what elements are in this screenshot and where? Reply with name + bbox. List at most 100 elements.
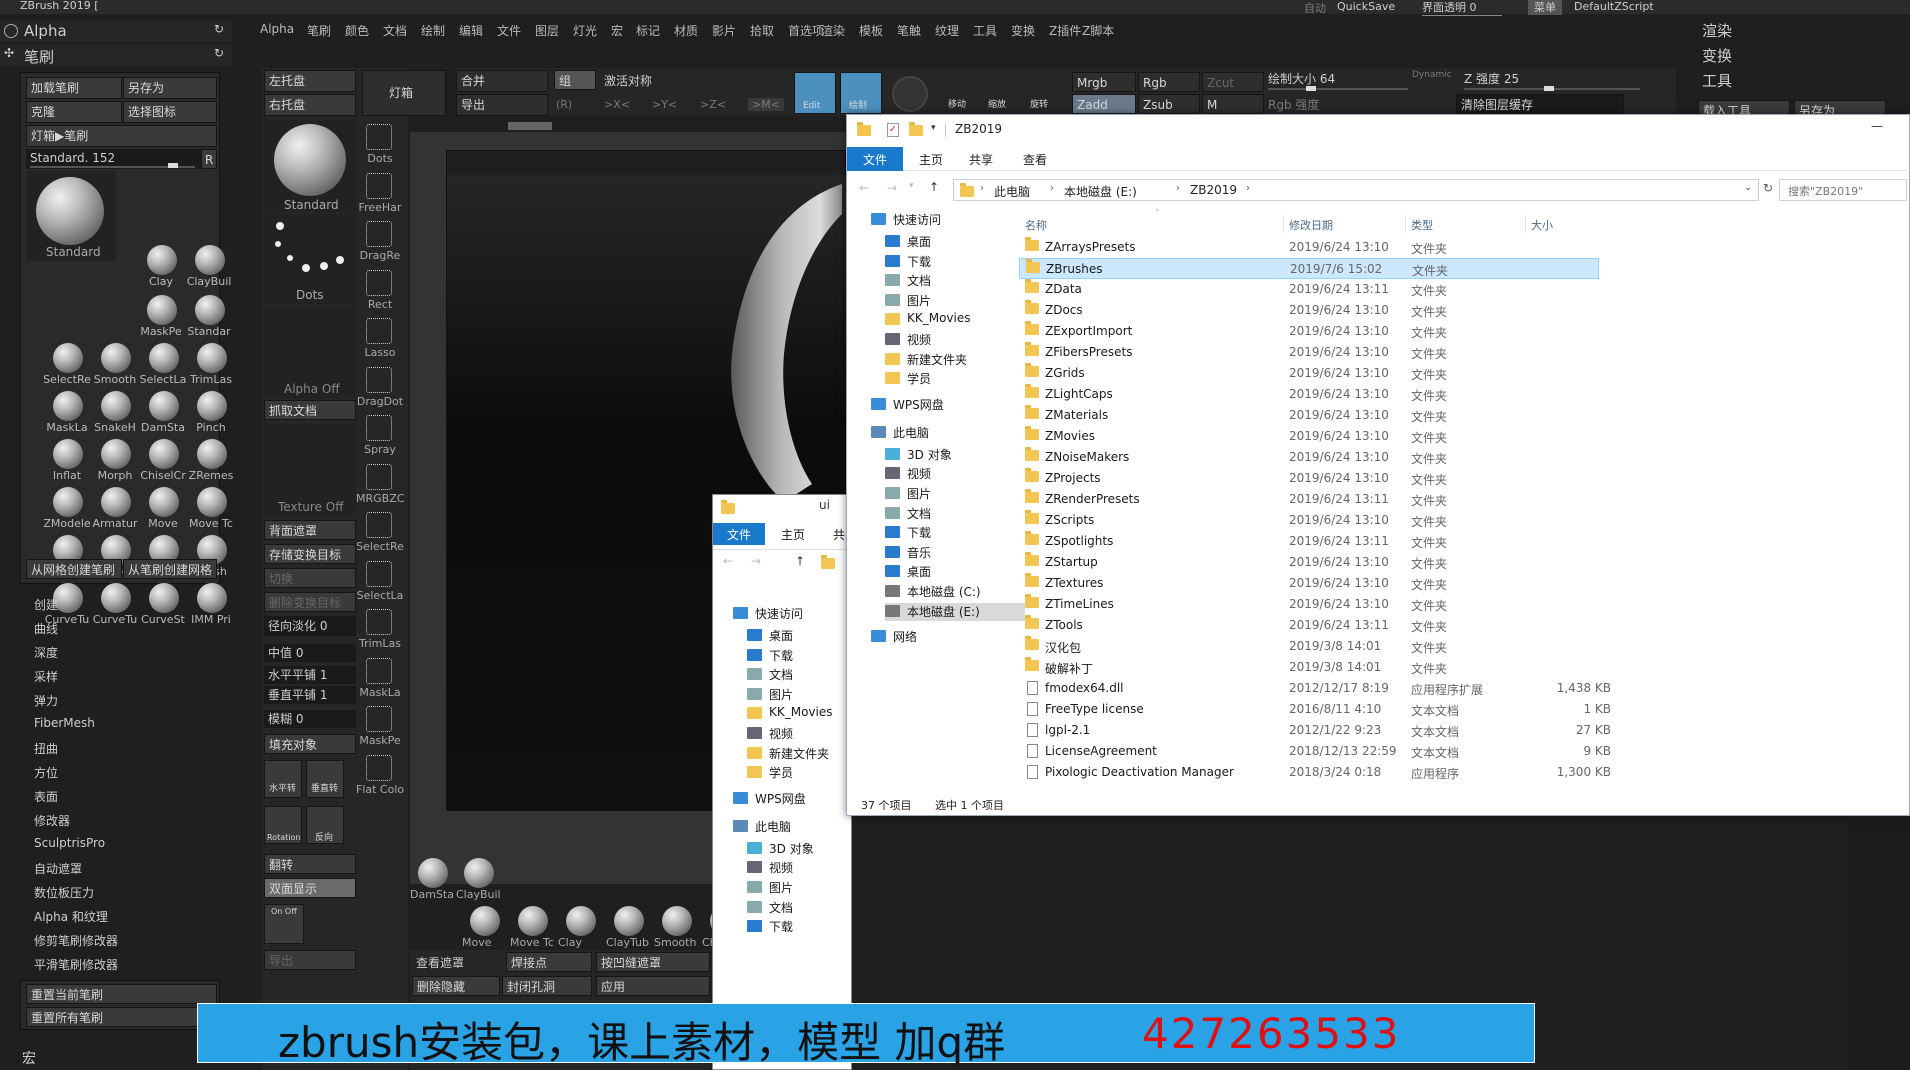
quick-brush[interactable]: ClayBuil [456, 856, 502, 902]
slider-knob[interactable] [168, 163, 178, 168]
ribbon-tab[interactable]: 文件 [847, 147, 903, 171]
dynamic-toggle[interactable]: Dynamic [1412, 70, 1452, 80]
forward-arrow-icon[interactable]: → [751, 554, 761, 568]
menu-22[interactable]: Z脚本 [1082, 22, 1114, 39]
stroke-slot[interactable]: DragDot [356, 365, 404, 411]
brush-cell[interactable]: IMM Pri [187, 581, 235, 629]
forward-arrow-icon[interactable]: → [887, 181, 897, 195]
invert-button[interactable]: 反向 [306, 806, 344, 844]
minimize-button[interactable]: — [1871, 119, 1883, 133]
r-button[interactable]: R [201, 149, 217, 169]
back-tab-file[interactable]: 文件 [713, 523, 765, 545]
v-flip-button[interactable]: 垂直转 [306, 760, 344, 798]
nav-item[interactable]: 下载 [747, 918, 851, 936]
file-row[interactable]: ZTextures 2019/6/24 13:10 文件夹 [1019, 573, 1599, 594]
brush-cell[interactable]: Armatur [91, 485, 139, 533]
close-holes-button[interactable]: 封闭孔洞 [502, 976, 592, 996]
file-row[interactable]: ZBrushes 2019/7/6 15:02 文件夹 [1019, 258, 1599, 279]
file-row[interactable]: ZGrids 2019/6/24 13:10 文件夹 [1019, 363, 1599, 384]
quick-brush[interactable]: Clay [558, 904, 604, 950]
menu-11[interactable]: 材质 [674, 22, 698, 39]
export-button[interactable]: 导出 [264, 950, 356, 970]
file-row[interactable]: ZMovies 2019/6/24 13:10 文件夹 [1019, 426, 1599, 447]
col-name[interactable]: 名称 [1025, 217, 1047, 233]
ribbon-tab[interactable]: 查看 [1023, 151, 1047, 168]
brush-submenu-item[interactable]: 方位 [34, 764, 58, 781]
file-row[interactable]: ZFibersPresets 2019/6/24 13:10 文件夹 [1019, 342, 1599, 363]
file-row[interactable]: lgpl-2.1 2012/1/22 9:23 文本文档 27 KB [1019, 720, 1611, 741]
nav-item[interactable]: 快速访问 [733, 605, 851, 623]
zsub-button[interactable]: Zsub [1138, 94, 1200, 114]
alpha-off-slot[interactable]: Alpha Off [264, 306, 356, 398]
rotate-mode-button[interactable]: 旋转 [1026, 74, 1064, 112]
menu-17[interactable]: 笔触 [897, 22, 921, 39]
up-arrow-icon[interactable]: ↑ [795, 554, 805, 568]
file-row[interactable]: ZMaterials 2019/6/24 13:10 文件夹 [1019, 405, 1599, 426]
menu-19[interactable]: 工具 [973, 22, 997, 39]
left-tray-button[interactable]: 左托盘 [264, 70, 356, 92]
nav-item[interactable]: 新建文件夹 [885, 351, 1025, 369]
file-row[interactable]: ZNoiseMakers 2019/6/24 13:10 文件夹 [1019, 447, 1599, 468]
ribbon-tab[interactable]: 主页 [919, 151, 943, 168]
menu-0[interactable]: Alpha [260, 22, 294, 36]
nav-item[interactable]: 下载 [885, 524, 1025, 542]
switch-button[interactable]: 切换 [264, 568, 356, 588]
menu-4[interactable]: 绘制 [421, 22, 445, 39]
nav-item[interactable]: 学员 [885, 370, 1025, 388]
menu-10[interactable]: 标记 [636, 22, 660, 39]
nav-item[interactable]: 下载 [885, 253, 1025, 271]
nav-item[interactable]: 此电脑 [733, 818, 851, 836]
merge-button[interactable]: 合并 [456, 70, 548, 92]
transparency-slider[interactable]: 界面透明 0 [1422, 0, 1502, 16]
blur-slider[interactable]: 模糊 0 [264, 710, 356, 728]
rgb-intensity-slider[interactable]: Rgb 强度 [1268, 96, 1319, 113]
reset-all-brushes-button[interactable]: 重置所有笔刷 [26, 1007, 217, 1027]
check-mask-button[interactable]: 查看遮罩 [416, 954, 464, 971]
brush-cell[interactable]: Pinch [187, 389, 235, 437]
file-row[interactable]: LicenseAgreement 2018/12/13 22:59 文本文档 9 KB [1019, 741, 1611, 762]
nav-item[interactable]: 桌面 [885, 563, 1025, 581]
edit-button[interactable]: Edit [794, 72, 836, 114]
brush-cell[interactable]: MaskPe [137, 293, 185, 341]
load-brush-button[interactable]: 加载笔刷 [26, 77, 122, 99]
stroke-slot[interactable]: MaskLa [356, 656, 404, 702]
file-row[interactable]: ZDocs 2019/6/24 13:10 文件夹 [1019, 300, 1599, 321]
delete-morph-button[interactable]: 删除变换目标 [264, 592, 356, 612]
file-row[interactable]: ZLightCaps 2019/6/24 13:10 文件夹 [1019, 384, 1599, 405]
back-tab-share[interactable]: 共 [833, 526, 845, 543]
crumb-this-pc[interactable]: 此电脑 [994, 183, 1030, 200]
nav-item[interactable]: 文档 [885, 272, 1025, 290]
store-morph-button[interactable]: 存储变换目标 [264, 544, 356, 564]
brush-cell[interactable]: TrimLas [187, 341, 235, 389]
new-folder-icon[interactable] [909, 122, 923, 136]
export-top-button[interactable]: 导出 [456, 94, 548, 116]
file-row[interactable]: 破解补丁 2019/3/8 14:01 文件夹 [1019, 657, 1599, 678]
brush-submenu-item[interactable]: 扭曲 [34, 740, 58, 757]
stroke-slot[interactable]: FreeHar [356, 171, 404, 217]
z-intensity-slider[interactable]: Z 强度 25 [1464, 70, 1644, 91]
menu-20[interactable]: 变换 [1011, 22, 1035, 39]
nav-item[interactable]: 文档 [885, 505, 1025, 523]
current-brush-thumb[interactable]: Standard [26, 171, 116, 261]
rotation-button[interactable]: Rotation [264, 806, 302, 844]
create-brush-from-mesh-button[interactable]: 从网格创建笔刷 [26, 559, 122, 579]
search-box[interactable]: 搜索"ZB2019" [1779, 179, 1907, 201]
menu-16[interactable]: 模板 [859, 22, 883, 39]
quick-brush[interactable]: Move [462, 904, 508, 950]
refresh-icon[interactable]: ↻ [214, 46, 224, 60]
right-menu-item[interactable]: 工具 [1702, 70, 1732, 91]
select-icon-button[interactable]: 选择图标 [123, 101, 217, 123]
menu-9[interactable]: 宏 [611, 22, 623, 39]
nav-item[interactable]: 文档 [747, 666, 851, 684]
brush-submenu-item[interactable]: Alpha 和纹理 [34, 908, 108, 925]
quick-brush[interactable]: ClayTub [606, 904, 652, 950]
brush-header[interactable]: ✣ 笔刷 ↻ [0, 44, 232, 66]
menu-7[interactable]: 图层 [535, 22, 559, 39]
right-menu-item[interactable]: 渲染 [1702, 20, 1732, 41]
menu-12[interactable]: 影片 [712, 22, 736, 39]
nav-item[interactable]: KK_Movies [747, 705, 851, 723]
brush-cell[interactable]: Morph [91, 437, 139, 485]
flip-button[interactable]: 翻转 [264, 854, 356, 874]
clear-layer-cache-button[interactable]: 清除图层缓存 [1456, 94, 1624, 114]
nav-item[interactable]: 下载 [747, 647, 851, 665]
